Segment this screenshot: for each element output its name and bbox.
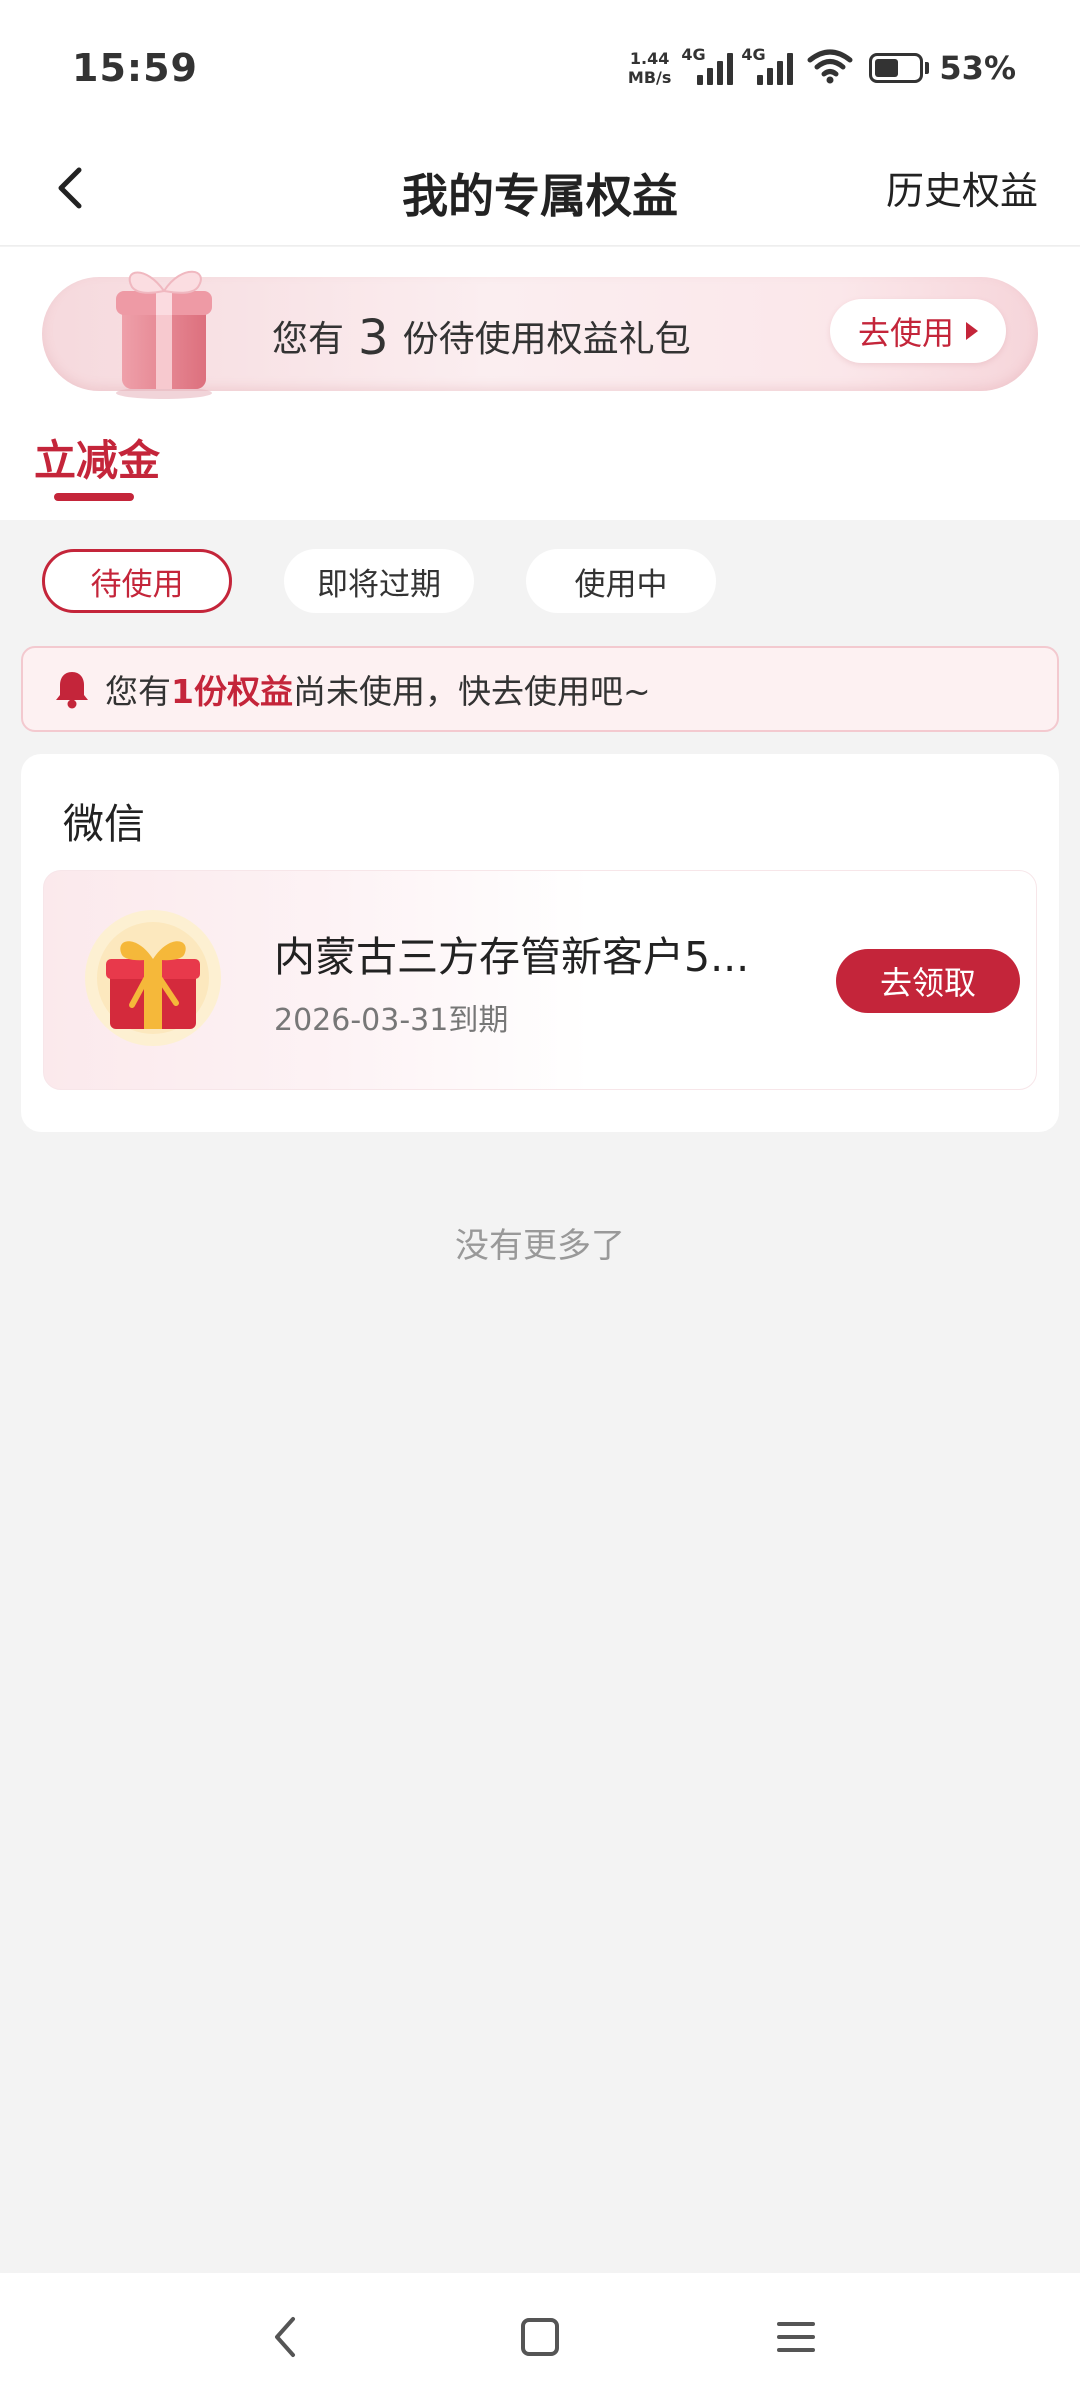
signal-1-label: 4G — [681, 45, 706, 64]
nav-home-button[interactable] — [500, 2297, 580, 2377]
status-indicators: 1.44 MB/s 4G 4G 53% — [628, 45, 1016, 90]
banner-suffix: 份待使用权益礼包 — [402, 319, 691, 360]
header: 我的专属权益 历史权益 — [0, 130, 1080, 246]
status-time: 15:59 — [72, 46, 198, 90]
network-speed-unit: MB/s — [627, 68, 672, 87]
benefit-name: 内蒙古三方存管新客户5... — [274, 933, 750, 981]
filter-pending[interactable]: 待使用 — [42, 549, 232, 613]
signal-1-icon: 4G — [681, 45, 734, 85]
notice-prefix: 您有 — [105, 672, 171, 711]
play-arrow-icon — [966, 322, 978, 340]
signal-2-icon: 4G — [741, 45, 794, 85]
tab-underline — [54, 493, 134, 501]
back-button[interactable] — [40, 158, 100, 218]
nav-back-button[interactable] — [244, 2297, 324, 2377]
gift-box-icon — [116, 270, 212, 399]
wifi-icon — [807, 48, 853, 88]
battery-percent: 53% — [939, 49, 1016, 87]
gift-icon — [85, 910, 221, 1046]
use-now-label: 去使用 — [857, 314, 954, 352]
claim-button[interactable]: 去领取 — [836, 949, 1020, 1013]
nav-menu-button[interactable] — [756, 2297, 836, 2377]
nav-home-icon — [521, 2317, 559, 2356]
benefit-card: 微信 内蒙古三方存管新客户5... 2026-03-31到期 去领取 — [21, 754, 1059, 1132]
no-more-text: 没有更多了 — [455, 1226, 625, 1266]
signal-2-label: 4G — [741, 45, 766, 64]
top-area: 您有 3 份待使用权益礼包 去使用 立减金 — [0, 247, 1080, 520]
banner-count: 3 — [358, 310, 389, 366]
banner-prefix: 您有 — [272, 319, 345, 360]
chevron-left-icon — [58, 167, 82, 209]
use-now-button[interactable]: 去使用 — [830, 299, 1006, 363]
page: 15:59 1.44 MB/s 4G 4G 53% 我的专属权益 历史权益 您有… — [0, 0, 1080, 2400]
filter-in-use[interactable]: 使用中 — [526, 549, 716, 613]
notice-text: 您有1份权益尚未使用，快去使用吧~ — [105, 665, 651, 713]
status-bar: 15:59 1.44 MB/s 4G 4G 53% — [0, 0, 1080, 130]
network-speed-value: 1.44 — [629, 49, 670, 68]
tab-instant-discount[interactable]: 立减金 — [34, 427, 160, 488]
gift-package-banner[interactable]: 您有 3 份待使用权益礼包 去使用 — [42, 270, 1038, 399]
filter-expiring-soon[interactable]: 即将过期 — [284, 549, 474, 613]
benefit-item: 内蒙古三方存管新客户5... 2026-03-31到期 去领取 — [43, 870, 1037, 1090]
banner-text: 您有 3 份待使用权益礼包 — [272, 307, 691, 366]
nav-menu-icon — [777, 2321, 815, 2352]
notice-suffix: 尚未使用，快去使用吧~ — [292, 672, 651, 711]
history-benefits-link[interactable]: 历史权益 — [886, 160, 1038, 215]
benefit-expiry: 2026-03-31到期 — [274, 1003, 509, 1038]
nav-back-icon — [275, 2316, 295, 2357]
card-channel-title: 微信 — [63, 800, 145, 848]
notice-highlight: 1份权益 — [171, 672, 293, 711]
system-nav-bar — [0, 2273, 1080, 2400]
battery-icon — [869, 53, 930, 83]
unused-benefit-notice: 您有1份权益尚未使用，快去使用吧~ — [21, 646, 1059, 732]
bell-icon — [56, 672, 88, 709]
network-speed: 1.44 MB/s — [628, 49, 671, 87]
